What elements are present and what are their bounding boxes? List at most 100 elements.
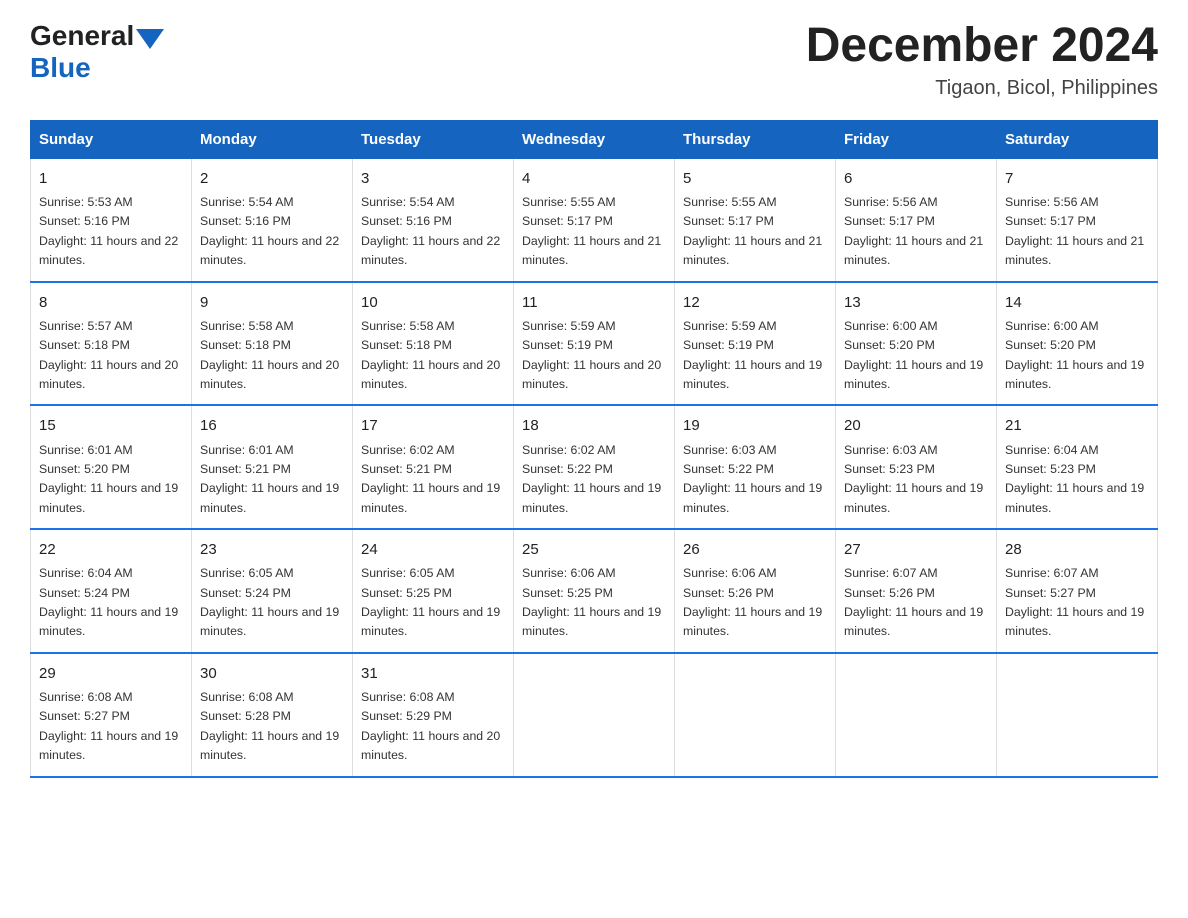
day-number: 29 [39, 662, 183, 685]
day-info: Sunrise: 5:57 AMSunset: 5:18 PMDaylight:… [39, 319, 178, 391]
day-info: Sunrise: 6:01 AMSunset: 5:20 PMDaylight:… [39, 443, 178, 515]
day-info: Sunrise: 5:59 AMSunset: 5:19 PMDaylight:… [522, 319, 661, 391]
calendar-cell [836, 653, 997, 777]
weekday-header-row: SundayMondayTuesdayWednesdayThursdayFrid… [31, 120, 1158, 158]
day-number: 4 [522, 167, 666, 190]
day-info: Sunrise: 6:03 AMSunset: 5:22 PMDaylight:… [683, 443, 822, 515]
calendar-week-row: 15 Sunrise: 6:01 AMSunset: 5:20 PMDayligh… [31, 405, 1158, 529]
day-number: 12 [683, 291, 827, 314]
day-number: 13 [844, 291, 988, 314]
logo-general-text: General [30, 20, 134, 52]
month-year-title: December 2024 [806, 20, 1158, 73]
day-info: Sunrise: 6:03 AMSunset: 5:23 PMDaylight:… [844, 443, 983, 515]
day-info: Sunrise: 6:08 AMSunset: 5:29 PMDaylight:… [361, 690, 500, 762]
day-number: 24 [361, 538, 505, 561]
calendar-cell: 17 Sunrise: 6:02 AMSunset: 5:21 PMDayligh… [353, 405, 514, 529]
day-info: Sunrise: 5:58 AMSunset: 5:18 PMDaylight:… [361, 319, 500, 391]
day-number: 20 [844, 414, 988, 437]
day-number: 14 [1005, 291, 1149, 314]
title-block: December 2024 Tigaon, Bicol, Philippines [806, 20, 1158, 100]
day-number: 26 [683, 538, 827, 561]
calendar-cell: 24Sunrise: 6:05 AMSunset: 5:25 PMDayligh… [353, 529, 514, 653]
calendar-cell: 13 Sunrise: 6:00 AMSunset: 5:20 PMDayligh… [836, 282, 997, 406]
calendar-cell: 14Sunrise: 6:00 AMSunset: 5:20 PMDayligh… [997, 282, 1158, 406]
logo-blue-text: Blue [30, 52, 164, 84]
day-info: Sunrise: 6:00 AMSunset: 5:20 PMDaylight:… [844, 319, 983, 391]
day-number: 3 [361, 167, 505, 190]
day-info: Sunrise: 6:06 AMSunset: 5:25 PMDaylight:… [522, 566, 661, 638]
day-info: Sunrise: 6:02 AMSunset: 5:22 PMDaylight:… [522, 443, 661, 515]
weekday-header-monday: Monday [192, 120, 353, 158]
day-info: Sunrise: 5:58 AMSunset: 5:18 PMDaylight:… [200, 319, 339, 391]
calendar-cell: 25 Sunrise: 6:06 AMSunset: 5:25 PMDayligh… [514, 529, 675, 653]
day-info: Sunrise: 5:55 AMSunset: 5:17 PMDaylight:… [683, 195, 822, 267]
calendar-cell [675, 653, 836, 777]
day-info: Sunrise: 6:08 AMSunset: 5:27 PMDaylight:… [39, 690, 178, 762]
day-number: 22 [39, 538, 183, 561]
page-header: General Blue December 2024 Tigaon, Bicol… [30, 20, 1158, 100]
day-number: 27 [844, 538, 988, 561]
day-number: 6 [844, 167, 988, 190]
day-number: 19 [683, 414, 827, 437]
calendar-cell: 30 Sunrise: 6:08 AMSunset: 5:28 PMDayligh… [192, 653, 353, 777]
calendar-cell: 20 Sunrise: 6:03 AMSunset: 5:23 PMDayligh… [836, 405, 997, 529]
calendar-cell: 8Sunrise: 5:57 AMSunset: 5:18 PMDaylight… [31, 282, 192, 406]
day-info: Sunrise: 6:02 AMSunset: 5:21 PMDaylight:… [361, 443, 500, 515]
calendar-cell: 9 Sunrise: 5:58 AMSunset: 5:18 PMDaylight… [192, 282, 353, 406]
day-info: Sunrise: 6:05 AMSunset: 5:24 PMDaylight:… [200, 566, 339, 638]
calendar-cell: 11 Sunrise: 5:59 AMSunset: 5:19 PMDayligh… [514, 282, 675, 406]
day-number: 15 [39, 414, 183, 437]
calendar-week-row: 29 Sunrise: 6:08 AMSunset: 5:27 PMDayligh… [31, 653, 1158, 777]
day-number: 11 [522, 291, 666, 314]
day-info: Sunrise: 5:54 AMSunset: 5:16 PMDaylight:… [361, 195, 500, 267]
calendar-cell: 15 Sunrise: 6:01 AMSunset: 5:20 PMDayligh… [31, 405, 192, 529]
calendar-cell: 22 Sunrise: 6:04 AMSunset: 5:24 PMDayligh… [31, 529, 192, 653]
calendar-cell: 7 Sunrise: 5:56 AMSunset: 5:17 PMDaylight… [997, 158, 1158, 281]
day-number: 18 [522, 414, 666, 437]
day-number: 10 [361, 291, 505, 314]
day-info: Sunrise: 5:59 AMSunset: 5:19 PMDaylight:… [683, 319, 822, 391]
day-info: Sunrise: 5:55 AMSunset: 5:17 PMDaylight:… [522, 195, 661, 267]
calendar-cell: 4 Sunrise: 5:55 AMSunset: 5:17 PMDaylight… [514, 158, 675, 281]
weekday-header-tuesday: Tuesday [353, 120, 514, 158]
calendar-cell: 21 Sunrise: 6:04 AMSunset: 5:23 PMDayligh… [997, 405, 1158, 529]
weekday-header-saturday: Saturday [997, 120, 1158, 158]
day-number: 9 [200, 291, 344, 314]
calendar-cell: 6Sunrise: 5:56 AMSunset: 5:17 PMDaylight… [836, 158, 997, 281]
calendar-week-row: 1Sunrise: 5:53 AMSunset: 5:16 PMDaylight… [31, 158, 1158, 281]
calendar-week-row: 8Sunrise: 5:57 AMSunset: 5:18 PMDaylight… [31, 282, 1158, 406]
calendar-cell: 16Sunrise: 6:01 AMSunset: 5:21 PMDayligh… [192, 405, 353, 529]
day-number: 30 [200, 662, 344, 685]
day-info: Sunrise: 6:07 AMSunset: 5:26 PMDaylight:… [844, 566, 983, 638]
day-number: 17 [361, 414, 505, 437]
weekday-header-wednesday: Wednesday [514, 120, 675, 158]
weekday-header-friday: Friday [836, 120, 997, 158]
calendar-cell: 31Sunrise: 6:08 AMSunset: 5:29 PMDayligh… [353, 653, 514, 777]
calendar-cell: 5 Sunrise: 5:55 AMSunset: 5:17 PMDaylight… [675, 158, 836, 281]
day-number: 23 [200, 538, 344, 561]
calendar-cell: 1Sunrise: 5:53 AMSunset: 5:16 PMDaylight… [31, 158, 192, 281]
calendar-cell: 2Sunrise: 5:54 AMSunset: 5:16 PMDaylight… [192, 158, 353, 281]
day-info: Sunrise: 6:08 AMSunset: 5:28 PMDaylight:… [200, 690, 339, 762]
calendar-cell: 29 Sunrise: 6:08 AMSunset: 5:27 PMDayligh… [31, 653, 192, 777]
day-info: Sunrise: 5:53 AMSunset: 5:16 PMDaylight:… [39, 195, 178, 267]
calendar-cell: 27 Sunrise: 6:07 AMSunset: 5:26 PMDayligh… [836, 529, 997, 653]
calendar-cell [997, 653, 1158, 777]
calendar-table: SundayMondayTuesdayWednesdayThursdayFrid… [30, 120, 1158, 778]
day-info: Sunrise: 6:07 AMSunset: 5:27 PMDaylight:… [1005, 566, 1144, 638]
day-number: 25 [522, 538, 666, 561]
logo-triangle-icon [136, 29, 164, 49]
day-info: Sunrise: 6:04 AMSunset: 5:23 PMDaylight:… [1005, 443, 1144, 515]
calendar-cell: 23 Sunrise: 6:05 AMSunset: 5:24 PMDayligh… [192, 529, 353, 653]
logo: General Blue [30, 20, 164, 84]
day-number: 7 [1005, 167, 1149, 190]
day-info: Sunrise: 5:56 AMSunset: 5:17 PMDaylight:… [1005, 195, 1144, 267]
day-info: Sunrise: 6:04 AMSunset: 5:24 PMDaylight:… [39, 566, 178, 638]
day-number: 21 [1005, 414, 1149, 437]
calendar-cell: 12 Sunrise: 5:59 AMSunset: 5:19 PMDayligh… [675, 282, 836, 406]
day-number: 5 [683, 167, 827, 190]
calendar-cell: 3 Sunrise: 5:54 AMSunset: 5:16 PMDaylight… [353, 158, 514, 281]
day-number: 16 [200, 414, 344, 437]
calendar-cell: 10 Sunrise: 5:58 AMSunset: 5:18 PMDayligh… [353, 282, 514, 406]
calendar-cell: 28Sunrise: 6:07 AMSunset: 5:27 PMDayligh… [997, 529, 1158, 653]
